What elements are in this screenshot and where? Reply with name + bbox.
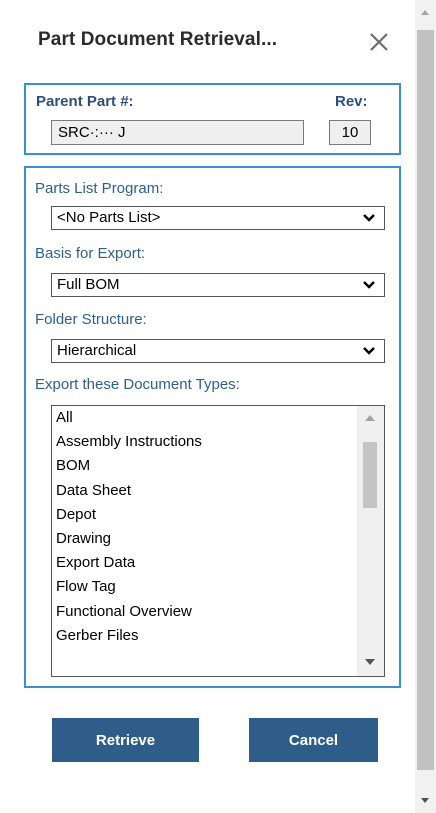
chevron-down-icon bbox=[363, 347, 375, 355]
folder-structure-select[interactable]: Hierarchical bbox=[51, 339, 385, 363]
scroll-up-icon[interactable] bbox=[365, 415, 375, 421]
document-type-option[interactable]: Export Data bbox=[56, 553, 202, 577]
scroll-thumb[interactable] bbox=[363, 442, 377, 508]
document-types-list: All Assembly Instructions BOM Data Sheet Dep… bbox=[56, 408, 202, 650]
scroll-down-icon[interactable] bbox=[365, 659, 375, 665]
chevron-down-icon bbox=[363, 281, 375, 289]
basis-for-export-value: Full BOM bbox=[57, 276, 120, 293]
scroll-down-icon[interactable] bbox=[421, 798, 429, 803]
document-type-option[interactable]: Gerber Files bbox=[56, 626, 202, 650]
document-type-option[interactable]: Depot bbox=[56, 505, 202, 529]
parent-part-label: Parent Part #: bbox=[36, 93, 134, 110]
close-button[interactable] bbox=[366, 29, 392, 55]
page-scrollbar[interactable] bbox=[415, 0, 436, 813]
document-type-option[interactable]: Data Sheet bbox=[56, 481, 202, 505]
document-type-option[interactable]: All bbox=[56, 408, 202, 432]
rev-field[interactable]: 10 bbox=[329, 120, 371, 145]
document-type-option[interactable]: BOM bbox=[56, 456, 202, 480]
listbox-scrollbar[interactable] bbox=[357, 406, 384, 676]
parts-list-program-select[interactable]: <No Parts List> bbox=[51, 206, 385, 230]
part-document-retrieval-dialog: Part Document Retrieval... Parent Part #… bbox=[0, 0, 412, 813]
parts-list-program-value: <No Parts List> bbox=[57, 209, 161, 226]
document-type-option[interactable]: Flow Tag bbox=[56, 577, 202, 601]
cancel-button[interactable]: Cancel bbox=[249, 718, 378, 762]
close-icon bbox=[370, 33, 388, 51]
rev-label: Rev: bbox=[335, 93, 368, 110]
chevron-down-icon bbox=[363, 214, 375, 222]
document-type-option[interactable]: Assembly Instructions bbox=[56, 432, 202, 456]
retrieve-button[interactable]: Retrieve bbox=[52, 718, 199, 762]
parts-list-program-label: Parts List Program: bbox=[35, 180, 164, 197]
dialog-title: Part Document Retrieval... bbox=[38, 29, 278, 50]
page-scroll-thumb[interactable] bbox=[417, 30, 434, 770]
basis-for-export-select[interactable]: Full BOM bbox=[51, 273, 385, 297]
folder-structure-label: Folder Structure: bbox=[35, 311, 147, 328]
document-types-label: Export these Document Types: bbox=[35, 376, 240, 393]
document-type-option[interactable]: Drawing bbox=[56, 529, 202, 553]
scroll-up-icon[interactable] bbox=[421, 10, 429, 15]
basis-for-export-label: Basis for Export: bbox=[35, 245, 146, 262]
parent-part-field[interactable]: SRC·:··· J bbox=[51, 120, 304, 145]
document-types-listbox[interactable]: All Assembly Instructions BOM Data Sheet Dep… bbox=[51, 405, 385, 677]
document-type-option[interactable]: Functional Overview bbox=[56, 602, 202, 626]
folder-structure-value: Hierarchical bbox=[57, 342, 137, 359]
